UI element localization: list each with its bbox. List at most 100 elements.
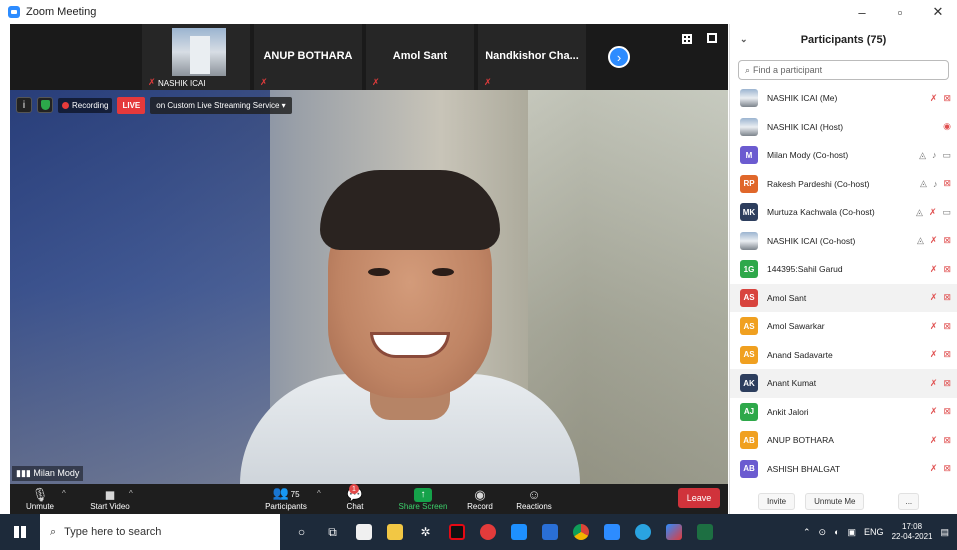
volume-icon[interactable]: ◐ bbox=[834, 527, 839, 537]
settings-icon[interactable]: ✲ bbox=[410, 514, 441, 550]
co-host-icon: ◬ bbox=[919, 149, 926, 160]
notification-app-icon[interactable]: ▣ bbox=[848, 527, 857, 538]
tray-chevron-icon[interactable]: ⌃ bbox=[803, 527, 811, 538]
participant-name: NASHIK ICAI (Me) bbox=[767, 93, 838, 104]
system-tray: ⌃ ⊙ ◐ ▣ ENG 17:08 22-04-2021 ▤ bbox=[803, 514, 957, 550]
mic-off-icon: ✗ bbox=[929, 434, 938, 445]
thumbnail-strip: ✗ NASHIK ICAI ANUP BOTHARA ✗ Amol Sant ✗… bbox=[10, 24, 728, 90]
maximize-button[interactable]: ▫ bbox=[881, 0, 919, 24]
app-blue-icon[interactable] bbox=[503, 514, 534, 550]
video-off-icon: ⊠ bbox=[943, 178, 951, 189]
participant-name: Amol Sawarkar bbox=[767, 321, 825, 332]
thumbnail-amol-sant[interactable]: Amol Sant ✗ bbox=[366, 24, 474, 90]
avatar: AJ bbox=[740, 402, 758, 421]
fullscreen-icon[interactable] bbox=[707, 33, 717, 43]
record-icon: ◉ bbox=[474, 487, 486, 502]
participant-row[interactable]: NASHIK ICAI (Host) ◉ bbox=[730, 113, 957, 142]
video-off-icon: ⊠ bbox=[943, 320, 951, 331]
co-host-icon: ◬ bbox=[916, 206, 923, 217]
chat-button[interactable]: 💬 1 Chat bbox=[337, 484, 373, 514]
speaker-name: Milan Mody bbox=[33, 468, 80, 478]
avatar: AB bbox=[740, 459, 758, 478]
avatar: MK bbox=[740, 203, 758, 222]
participant-row[interactable]: MK Murtuza Kachwala (Co-host) ◬ ✗ ▭ bbox=[730, 198, 957, 227]
participant-row[interactable]: AS Anand Sadavarte ✗ ⊠ bbox=[730, 341, 957, 370]
video-options-caret[interactable]: ^ bbox=[129, 489, 133, 498]
avatar: AB bbox=[740, 431, 758, 450]
info-icon[interactable]: i bbox=[16, 97, 32, 113]
title-bar: Zoom Meeting – ▫ ✕ bbox=[0, 0, 957, 24]
gallery-view-icon[interactable] bbox=[682, 34, 692, 44]
participant-name: Ankit Jalori bbox=[767, 406, 809, 417]
mic-off-icon: ✗ bbox=[372, 77, 380, 87]
media-player-icon[interactable] bbox=[534, 514, 565, 550]
unmute-button[interactable]: 🎙 Unmute bbox=[18, 484, 62, 514]
taskbar-search[interactable]: ⌕ Type here to search bbox=[40, 514, 280, 550]
more-options-button[interactable]: ... bbox=[898, 492, 920, 510]
zoom-window: Zoom Meeting – ▫ ✕ ✗ NASHIK ICAI ANUP BO… bbox=[0, 0, 957, 550]
panel-footer: Invite Unmute Me ... bbox=[730, 488, 957, 514]
file-explorer-icon[interactable] bbox=[379, 514, 410, 550]
telegram-icon[interactable] bbox=[627, 514, 658, 550]
participant-row[interactable]: AB ASHISH BHALGAT ✗ ⊠ bbox=[730, 455, 957, 484]
participant-row[interactable]: 1G 144395:Sahil Garud ✗ ⊠ bbox=[730, 255, 957, 284]
participant-row[interactable]: NASHIK ICAI (Me) ✗ ⊠ bbox=[730, 84, 957, 113]
next-page-button[interactable]: › bbox=[608, 46, 630, 68]
task-view-icon[interactable]: ⧉ bbox=[317, 514, 348, 550]
participant-row[interactable]: AS Amol Sant ✗ ⊠ bbox=[730, 283, 957, 312]
close-button[interactable]: ✕ bbox=[919, 0, 957, 24]
shield-icon[interactable] bbox=[37, 97, 53, 113]
record-button[interactable]: ◉ Record bbox=[460, 484, 500, 514]
leave-button[interactable]: Leave bbox=[678, 488, 720, 508]
unmute-me-button[interactable]: Unmute Me bbox=[805, 492, 865, 510]
mic-off-icon: ✗ bbox=[260, 77, 268, 87]
app-red-icon[interactable] bbox=[472, 514, 503, 550]
participants-button[interactable]: 👥 75 Participants bbox=[256, 484, 316, 514]
invite-button[interactable]: Invite bbox=[758, 492, 796, 510]
app-multicolor-icon[interactable] bbox=[658, 514, 689, 550]
search-placeholder: Find a participant bbox=[753, 65, 823, 75]
network-icon[interactable]: ⊙ bbox=[819, 527, 827, 538]
action-center-icon[interactable]: ▤ bbox=[940, 527, 949, 538]
store-icon[interactable] bbox=[348, 514, 379, 550]
participant-name: Amol Sant bbox=[767, 292, 807, 303]
recording-indicator[interactable]: Recording bbox=[58, 97, 113, 113]
participant-list: NASHIK ICAI (Me) ✗ ⊠ NASHIK ICAI (Host) ◉ M Mi… bbox=[730, 84, 957, 483]
video-off-icon: ⊠ bbox=[943, 349, 951, 360]
participant-row[interactable]: AB ANUP BOTHARA ✗ ⊠ bbox=[730, 426, 957, 455]
cortana-icon[interactable]: ○ bbox=[286, 514, 317, 550]
thumbnail-nashik-icai[interactable]: ✗ NASHIK ICAI bbox=[142, 24, 250, 90]
start-button[interactable] bbox=[0, 514, 40, 550]
participant-name: 144395:Sahil Garud bbox=[767, 264, 843, 275]
thumbnail-nandkishor[interactable]: Nandkishor Cha... ✗ bbox=[478, 24, 586, 90]
participant-row[interactable]: AK Anant Kumat ✗ ⊠ bbox=[730, 369, 957, 398]
clock[interactable]: 17:08 22-04-2021 bbox=[892, 522, 933, 542]
minimize-button[interactable]: – bbox=[843, 0, 881, 24]
mic-off-icon: ✗ bbox=[484, 77, 492, 87]
participant-row[interactable]: RP Rakesh Pardeshi (Co-host) ◬ ♪ ⊠ bbox=[730, 170, 957, 199]
participants-options-caret[interactable]: ^ bbox=[317, 489, 321, 498]
participant-name: Milan Mody (Co-host) bbox=[767, 150, 849, 161]
netflix-icon[interactable] bbox=[441, 514, 472, 550]
participant-row[interactable]: AJ Ankit Jalori ✗ ⊠ bbox=[730, 398, 957, 427]
share-screen-button[interactable]: ↑ Share Screen bbox=[396, 484, 450, 514]
thumbnail-anup-bothara[interactable]: ANUP BOTHARA ✗ bbox=[254, 24, 362, 90]
video-off-icon: ⊠ bbox=[943, 292, 951, 303]
zoom-taskbar-icon[interactable] bbox=[596, 514, 627, 550]
participant-row[interactable]: NASHIK ICAI (Co-host) ◬ ✗ ⊠ bbox=[730, 227, 957, 256]
clock-time: 17:08 bbox=[902, 522, 923, 531]
participant-search-input[interactable]: ⌕ Find a participant bbox=[738, 60, 949, 80]
reactions-button[interactable]: ☺ Reactions bbox=[510, 484, 558, 514]
excel-icon[interactable] bbox=[689, 514, 720, 550]
participant-row[interactable]: M Milan Mody (Co-host) ◬ ♪ ▭ bbox=[730, 141, 957, 170]
live-badge: LIVE bbox=[117, 96, 146, 114]
collapse-chevron-icon[interactable]: ⌄ bbox=[740, 34, 748, 45]
windows-icon bbox=[14, 526, 26, 538]
windows-taskbar: ⌕ Type here to search ○ ⧉ ✲ ⌃ ⊙ ◐ ▣ ENG bbox=[0, 514, 957, 550]
unmute-label: Unmute bbox=[25, 502, 54, 511]
audio-options-caret[interactable]: ^ bbox=[62, 489, 66, 498]
participant-row[interactable]: AS Amol Sawarkar ✗ ⊠ bbox=[730, 312, 957, 341]
chrome-icon[interactable] bbox=[565, 514, 596, 550]
stream-service-dropdown[interactable]: on Custom Live Streaming Service ▾ bbox=[150, 96, 292, 114]
language-indicator[interactable]: ENG bbox=[864, 527, 884, 537]
